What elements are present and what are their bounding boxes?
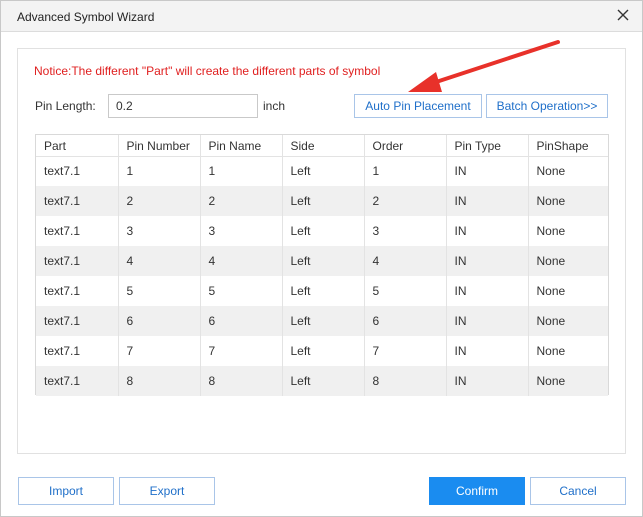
table-row[interactable]: text7.1 8 8 Left 8 IN None <box>36 366 608 396</box>
cell-side[interactable]: Left <box>282 276 365 306</box>
cell-pin-shape[interactable]: None <box>528 306 608 336</box>
cell-pin-name[interactable]: 8 <box>200 366 283 396</box>
auto-pin-placement-button[interactable]: Auto Pin Placement <box>354 94 482 118</box>
cell-pin-type[interactable]: IN <box>446 216 529 246</box>
cell-pin-shape[interactable]: None <box>528 336 608 366</box>
cell-part[interactable]: text7.1 <box>36 366 119 396</box>
column-header-pin-type[interactable]: Pin Type <box>446 135 529 157</box>
column-header-part[interactable]: Part <box>36 135 119 157</box>
table-row[interactable]: text7.1 6 6 Left 6 IN None <box>36 306 608 336</box>
cell-part[interactable]: text7.1 <box>36 336 119 366</box>
cell-side[interactable]: Left <box>282 306 365 336</box>
table-row[interactable]: text7.1 1 1 Left 1 IN None <box>36 156 608 186</box>
cell-pin-shape[interactable]: None <box>528 246 608 276</box>
cell-pin-name[interactable]: 7 <box>200 336 283 366</box>
cell-order[interactable]: 7 <box>364 336 447 366</box>
cell-part[interactable]: text7.1 <box>36 246 119 276</box>
cell-part[interactable]: text7.1 <box>36 276 119 306</box>
column-header-pin-number[interactable]: Pin Number <box>118 135 201 157</box>
cell-pin-number[interactable]: 5 <box>118 276 201 306</box>
pin-length-input[interactable] <box>108 94 258 118</box>
notice-text: Notice:The different "Part" will create … <box>34 64 381 78</box>
cell-pin-number[interactable]: 4 <box>118 246 201 276</box>
cell-pin-name[interactable]: 4 <box>200 246 283 276</box>
cell-pin-shape[interactable]: None <box>528 216 608 246</box>
cell-pin-name[interactable]: 2 <box>200 186 283 216</box>
cell-pin-type[interactable]: IN <box>446 156 529 186</box>
cell-part[interactable]: text7.1 <box>36 216 119 246</box>
cell-pin-number[interactable]: 6 <box>118 306 201 336</box>
table-row[interactable]: text7.1 3 3 Left 3 IN None <box>36 216 608 246</box>
cell-part[interactable]: text7.1 <box>36 306 119 336</box>
cell-pin-name[interactable]: 6 <box>200 306 283 336</box>
cell-pin-type[interactable]: IN <box>446 276 529 306</box>
cell-side[interactable]: Left <box>282 246 365 276</box>
column-header-pin-shape[interactable]: PinShape <box>528 135 608 157</box>
cell-side[interactable]: Left <box>282 336 365 366</box>
cell-side[interactable]: Left <box>282 216 365 246</box>
cell-pin-number[interactable]: 3 <box>118 216 201 246</box>
cell-pin-type[interactable]: IN <box>446 306 529 336</box>
title-bar[interactable]: Advanced Symbol Wizard <box>1 1 642 32</box>
cell-pin-shape[interactable]: None <box>528 156 608 186</box>
cell-order[interactable]: 3 <box>364 216 447 246</box>
cell-order[interactable]: 6 <box>364 306 447 336</box>
pin-length-unit: inch <box>263 99 286 113</box>
cancel-button[interactable]: Cancel <box>530 477 626 505</box>
cell-pin-number[interactable]: 8 <box>118 366 201 396</box>
column-header-order[interactable]: Order <box>364 135 447 157</box>
column-header-side[interactable]: Side <box>282 135 365 157</box>
cell-part[interactable]: text7.1 <box>36 156 119 186</box>
cell-pin-shape[interactable]: None <box>528 276 608 306</box>
table-row[interactable]: text7.1 7 7 Left 7 IN None <box>36 336 608 366</box>
cell-order[interactable]: 4 <box>364 246 447 276</box>
table-row[interactable]: text7.1 2 2 Left 2 IN None <box>36 186 608 216</box>
table-header-row: Part Pin Number Pin Name Side Order Pin … <box>36 135 608 157</box>
cell-order[interactable]: 1 <box>364 156 447 186</box>
cell-order[interactable]: 8 <box>364 366 447 396</box>
cell-pin-type[interactable]: IN <box>446 336 529 366</box>
pin-table: Part Pin Number Pin Name Side Order Pin … <box>35 134 609 396</box>
cell-part[interactable]: text7.1 <box>36 186 119 216</box>
cell-pin-name[interactable]: 3 <box>200 216 283 246</box>
cell-pin-name[interactable]: 1 <box>200 156 283 186</box>
cell-side[interactable]: Left <box>282 366 365 396</box>
cell-pin-name[interactable]: 5 <box>200 276 283 306</box>
dialog-title: Advanced Symbol Wizard <box>17 10 155 24</box>
cell-pin-number[interactable]: 7 <box>118 336 201 366</box>
advanced-symbol-wizard-dialog: Advanced Symbol Wizard Notice:The differ… <box>0 0 643 517</box>
import-button[interactable]: Import <box>18 477 114 505</box>
cell-order[interactable]: 2 <box>364 186 447 216</box>
table-body: text7.1 1 1 Left 1 IN None text7.1 2 2 Left 2 IN None… <box>36 156 608 396</box>
table-row[interactable]: text7.1 4 4 Left 4 IN None <box>36 246 608 276</box>
pin-length-label: Pin Length: <box>35 99 96 113</box>
cell-pin-number[interactable]: 1 <box>118 156 201 186</box>
cell-side[interactable]: Left <box>282 156 365 186</box>
batch-operation-button[interactable]: Batch Operation>> <box>486 94 608 118</box>
cell-pin-number[interactable]: 2 <box>118 186 201 216</box>
column-header-pin-name[interactable]: Pin Name <box>200 135 283 157</box>
cell-pin-type[interactable]: IN <box>446 366 529 396</box>
close-icon[interactable] <box>616 8 630 22</box>
cell-side[interactable]: Left <box>282 186 365 216</box>
confirm-button[interactable]: Confirm <box>429 477 525 505</box>
export-button[interactable]: Export <box>119 477 215 505</box>
cell-pin-type[interactable]: IN <box>446 186 529 216</box>
cell-pin-shape[interactable]: None <box>528 186 608 216</box>
table-row[interactable]: text7.1 5 5 Left 5 IN None <box>36 276 608 306</box>
cell-order[interactable]: 5 <box>364 276 447 306</box>
cell-pin-shape[interactable]: None <box>528 366 608 396</box>
cell-pin-type[interactable]: IN <box>446 246 529 276</box>
